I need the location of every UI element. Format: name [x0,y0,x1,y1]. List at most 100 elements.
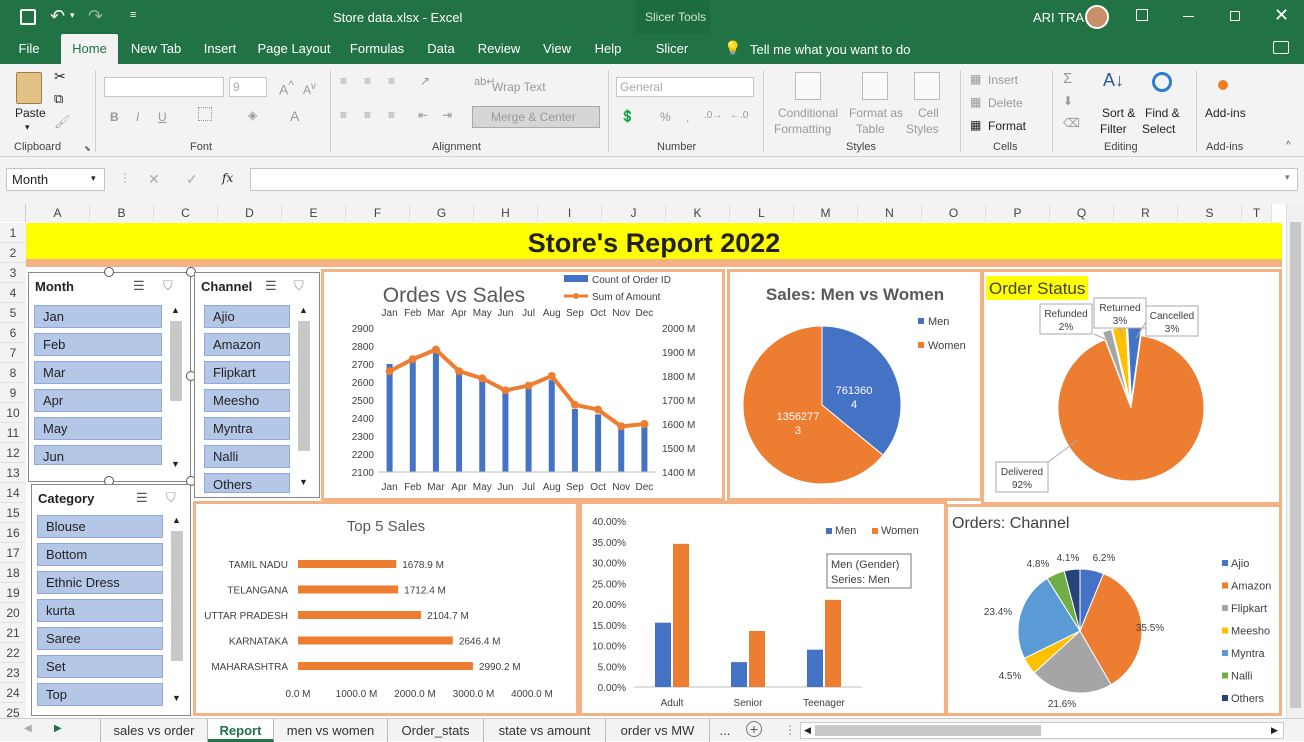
clipboard-launcher-icon[interactable]: ⬊ [84,144,91,153]
scroll-up-icon[interactable]: ▲ [171,305,180,315]
row-header-19[interactable]: 19 [0,583,26,603]
select-all-corner[interactable] [0,204,26,222]
slicer-item-blouse[interactable]: Blouse [37,515,163,538]
decrease-decimal-icon[interactable]: ←.0 [730,110,748,121]
tab-page-layout[interactable]: Page Layout [254,34,334,64]
slicer-scrollbar[interactable]: ▲ ▼ [170,515,184,707]
slicer-scroll-thumb[interactable] [170,321,182,401]
paste-icon[interactable] [16,72,42,104]
slicer-scrollbar[interactable]: ▲ ▼ [297,305,311,491]
borders-icon[interactable] [198,107,212,121]
delete-cells-icon[interactable]: ▦ [970,95,981,109]
channel-slicer[interactable]: Channel ☰ ⛉ Ajio Amazon Flipkart Meesho … [194,272,320,498]
sheet-tab-sales-vs-order[interactable]: sales vs order [100,719,208,742]
undo-dropdown-icon[interactable]: ▾ [70,10,75,21]
slicer-item-mar[interactable]: Mar [34,361,162,384]
column-header-n[interactable]: N [858,204,922,222]
expand-formula-bar-icon[interactable]: ▾ [1285,172,1290,183]
prev-sheet-icon[interactable]: ◀ [24,723,32,734]
horizontal-scrollbar[interactable]: ◀ ▶ [800,722,1284,739]
worksheet-grid[interactable]: ABCDEFGHIJKLMNOPQRST 1 2 3 4 5 6 7 8 9 10 11 12 13 14… [0,204,1304,723]
undo-icon[interactable]: ↶ [50,6,65,27]
font-size-box[interactable]: 9 [229,77,267,97]
formula-input[interactable] [250,168,1298,191]
slicer-scroll-thumb[interactable] [298,321,310,451]
align-left-icon[interactable]: ≡ [340,108,347,122]
row-header-12[interactable]: 12 [0,443,26,463]
find-select-icon[interactable] [1152,72,1172,92]
slicer-item-others[interactable]: Others [204,473,290,493]
row-header-6[interactable]: 6 [0,323,26,343]
column-header-o[interactable]: O [922,204,986,222]
collapse-ribbon-icon[interactable]: ^ [1286,140,1291,151]
slicer-scrollbar[interactable]: ▲ ▼ [169,305,183,473]
tab-splitter-icon[interactable]: ⋮ [784,723,796,737]
new-sheet-icon[interactable]: + [746,721,762,737]
sheet-tab-order-stats[interactable]: Order_stats [388,719,484,742]
row-header-1[interactable]: 1 [0,223,26,243]
comma-style-icon[interactable]: , [686,110,689,124]
number-format-box[interactable]: General [616,77,754,97]
order-status-chart[interactable]: Order Status Delivered 92% Refunded 2% Return… [981,269,1282,505]
tab-review[interactable]: Review [474,34,524,64]
column-header-p[interactable]: P [986,204,1050,222]
slicer-item-saree[interactable]: Saree [37,627,163,650]
orders-channel-chart[interactable]: Orders: Channel 6.2% 35.5% 21.6% 4.5% 23.4% 4.… [945,504,1282,716]
clear-icon[interactable]: ⌫ [1063,116,1080,130]
paste-button[interactable]: Paste [15,106,46,120]
row-header-4[interactable]: 4 [0,283,26,303]
copy-icon[interactable]: ⧉ [54,91,63,107]
format-as-table-button[interactable]: Format as [849,106,903,120]
scroll-down-icon[interactable]: ▼ [299,477,308,487]
row-header-11[interactable]: 11 [0,423,26,443]
row-header-21[interactable]: 21 [0,623,26,643]
scroll-up-icon[interactable]: ▲ [299,305,308,315]
column-header-c[interactable]: C [154,204,218,222]
column-header-i[interactable]: I [538,204,602,222]
middle-align-icon[interactable]: ≡ [364,74,371,88]
month-slicer[interactable]: Month ☰ ⛉ Jan Feb Mar Apr May Jun ▲ ▼ [28,272,191,482]
column-header-j[interactable]: J [602,204,666,222]
sheet-tab-report[interactable]: Report [208,719,274,742]
slicer-item-bottom[interactable]: Bottom [37,543,163,566]
increase-decimal-icon[interactable]: .0→ [704,110,722,121]
next-sheet-icon[interactable]: ▶ [54,723,62,734]
fill-icon[interactable]: ⬇ [1063,94,1073,108]
conditional-formatting-button[interactable]: Conditional [778,106,838,120]
orientation-icon[interactable]: ↗ [420,74,430,88]
fill-color-icon[interactable]: ◈ [248,108,257,122]
underline-icon[interactable]: U [158,110,167,124]
scroll-down-icon[interactable]: ▼ [171,459,180,469]
sheet-tab-men-vs-women[interactable]: men vs women [274,719,388,742]
h-scroll-thumb[interactable] [815,725,1041,736]
slicer-scroll-thumb[interactable] [171,531,183,661]
italic-icon[interactable]: I [136,110,139,124]
row-header-17[interactable]: 17 [0,543,26,563]
row-header-2[interactable]: 2 [0,243,26,263]
tab-home[interactable]: Home [61,34,118,64]
row-header-24[interactable]: 24 [0,683,26,703]
slicer-item-top[interactable]: Top [37,683,163,706]
orders-vs-sales-chart[interactable]: Ordes vs Sales Count of Order ID Sum of Am… [321,269,725,501]
slicer-item-feb[interactable]: Feb [34,333,162,356]
cut-icon[interactable]: ✂ [54,68,66,85]
slicer-item-ajio[interactable]: Ajio [204,305,290,328]
column-header-h[interactable]: H [474,204,538,222]
clear-filter-icon[interactable]: ⛉ [294,278,304,294]
tab-insert[interactable]: Insert [196,34,244,64]
slicer-item-meesho[interactable]: Meesho [204,389,290,412]
cell-styles-button[interactable]: Cell [918,106,939,120]
slicer-item-apr[interactable]: Apr [34,389,162,412]
tab-view[interactable]: View [536,34,578,64]
multi-select-icon[interactable]: ☰ [136,490,148,506]
scroll-left-icon[interactable]: ◀ [804,725,811,736]
font-color-icon[interactable]: A [290,108,299,124]
restore-icon[interactable] [1230,11,1240,21]
insert-function-icon[interactable]: fx [222,171,233,185]
align-center-icon[interactable]: ≡ [364,108,371,122]
category-slicer[interactable]: Category ☰ ⛉ Blouse Bottom Ethnic Dress … [31,484,191,716]
multi-select-icon[interactable]: ☰ [133,278,145,294]
row-header-9[interactable]: 9 [0,383,26,403]
row-header-5[interactable]: 5 [0,303,26,323]
tab-formulas[interactable]: Formulas [346,34,408,64]
